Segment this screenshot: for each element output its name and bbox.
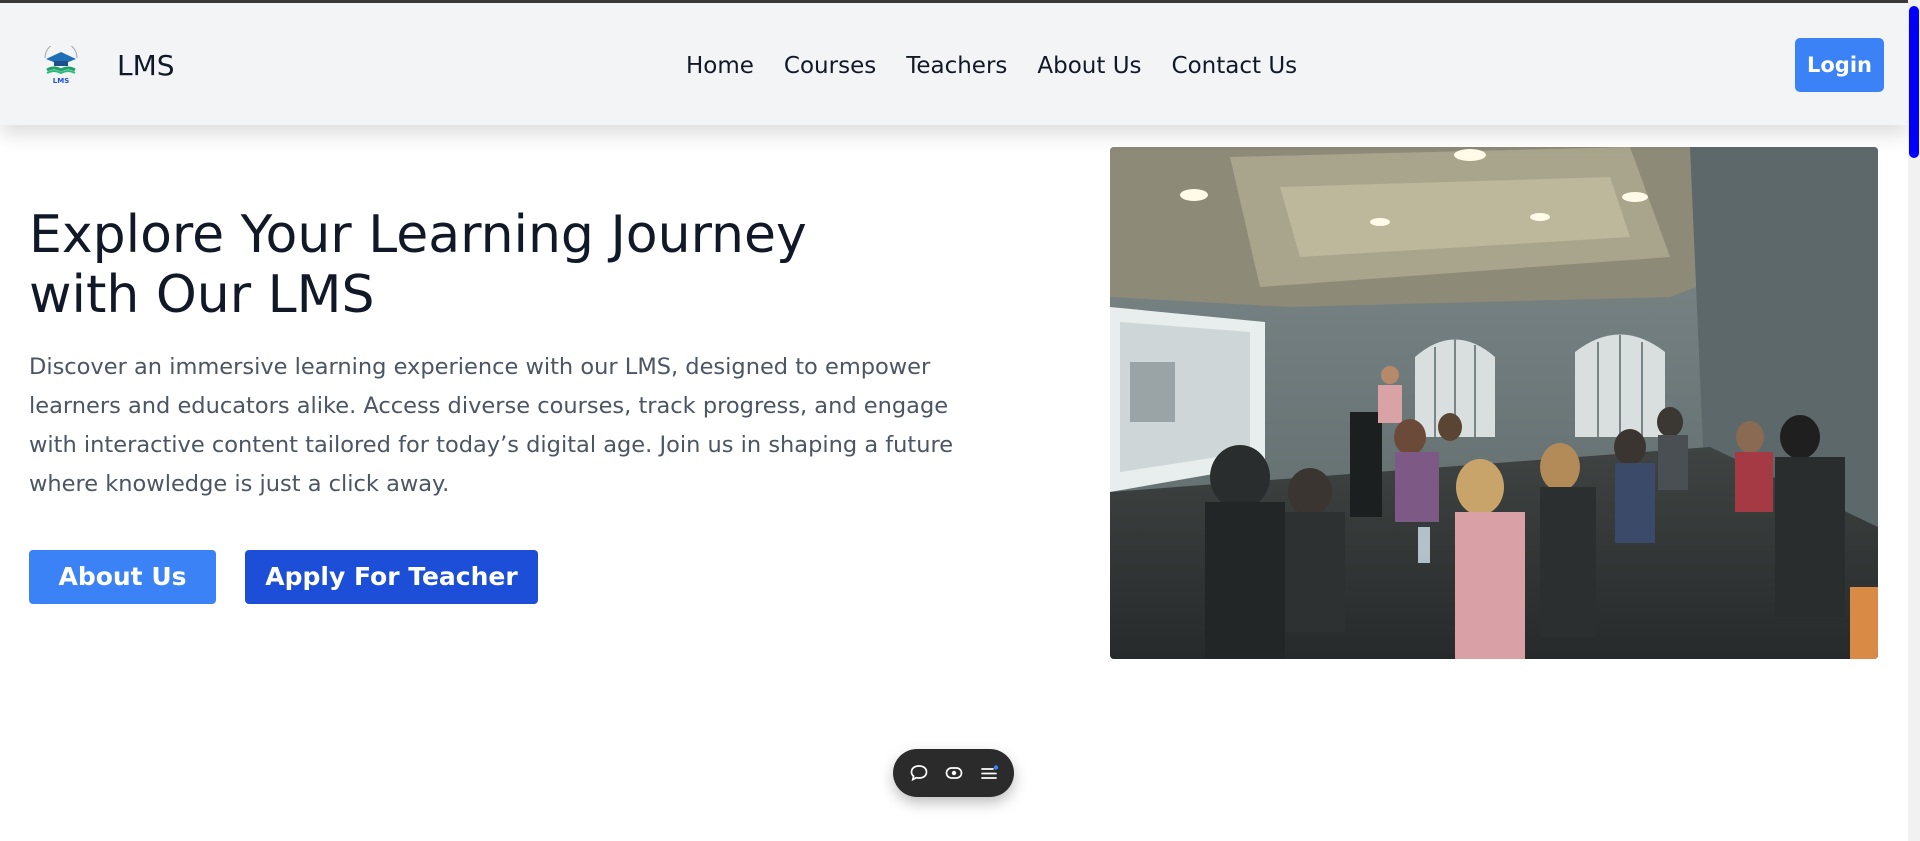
nav-link-contact-us[interactable]: Contact Us <box>1172 53 1298 79</box>
brand-name[interactable]: LMS <box>117 49 175 82</box>
hero-title-line-2: with Our LMS <box>29 265 375 325</box>
logo-text: LMS <box>53 77 69 85</box>
menu-icon[interactable] <box>978 762 1000 784</box>
hero-title: Explore Your Learning Journey with Our L… <box>29 205 829 325</box>
nav-link-about-us[interactable]: About Us <box>1037 53 1141 79</box>
scrollbar-thumb[interactable] <box>1909 6 1919 158</box>
main-nav: Home Courses Teachers About Us Contact U… <box>686 53 1297 79</box>
chat-icon[interactable] <box>908 762 930 784</box>
apply-for-teacher-button[interactable]: Apply For Teacher <box>245 550 538 604</box>
hero-description: Discover an immersive learning experienc… <box>29 354 954 497</box>
navbar: LMS LMS Home Courses Teachers About Us C… <box>0 3 1908 125</box>
classroom-photo <box>1110 147 1878 659</box>
hero-title-line-1: Explore Your Learning Journey <box>29 205 807 265</box>
floating-toolbar <box>893 749 1014 797</box>
lms-logo[interactable]: LMS <box>40 41 82 86</box>
eye-icon[interactable] <box>943 762 965 784</box>
nav-link-teachers[interactable]: Teachers <box>906 53 1007 79</box>
login-button[interactable]: Login <box>1795 38 1884 92</box>
nav-link-home[interactable]: Home <box>686 53 754 79</box>
about-us-button[interactable]: About Us <box>29 550 216 604</box>
nav-link-courses[interactable]: Courses <box>784 53 876 79</box>
